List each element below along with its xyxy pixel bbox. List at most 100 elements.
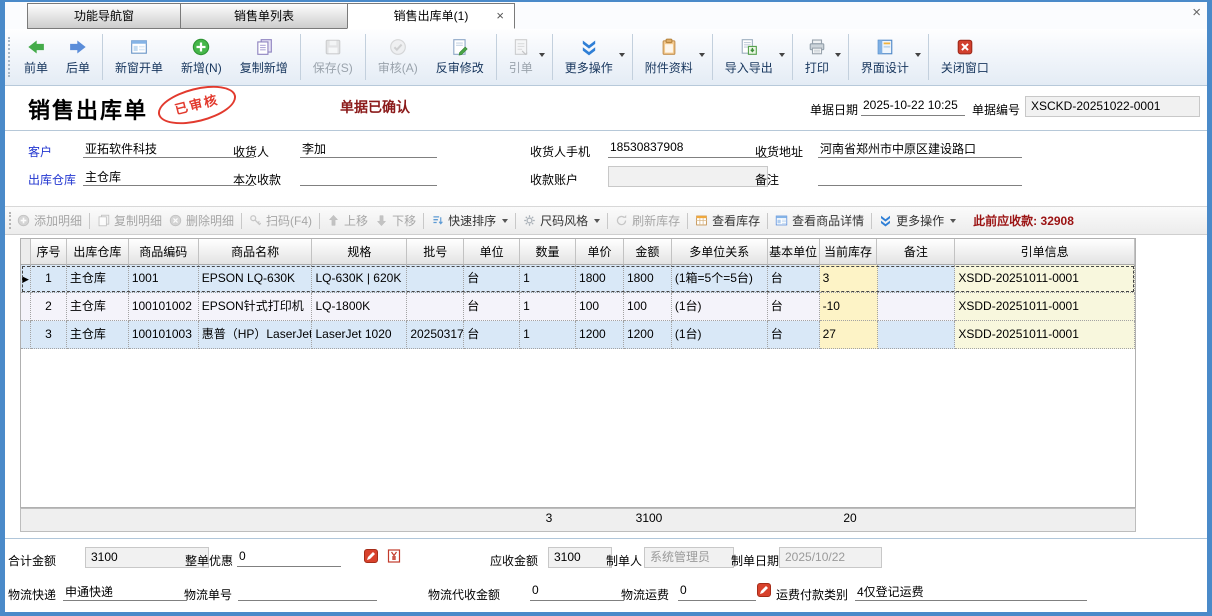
pull-doc-button[interactable]: 引单 [500, 29, 549, 85]
table-row[interactable]: 3主仓库100101003惠普（HP）LaserJetLaserJet 1020… [21, 321, 1135, 349]
column-header-spec[interactable]: 规格 [312, 239, 407, 265]
attachments-button[interactable]: 附件资料 [636, 29, 709, 85]
cell-warehouse[interactable]: 主仓库 [67, 293, 129, 321]
customer-label[interactable]: 客户 [28, 143, 52, 160]
cell-product_code[interactable]: 1001 [129, 265, 199, 293]
column-header-multi_unit[interactable]: 多单位关系 [672, 239, 768, 265]
warehouse-input[interactable]: 主仓库 [83, 168, 254, 186]
column-header-qty[interactable]: 数量 [520, 239, 576, 265]
tab-2[interactable]: 销售单列表 [180, 3, 348, 29]
cell-product_code[interactable]: 100101002 [129, 293, 199, 321]
copy-detail-button[interactable]: 复制明细 [97, 212, 162, 229]
move-down-button[interactable]: 下移 [375, 212, 416, 229]
cell-seq[interactable]: 3 [31, 321, 67, 349]
cell-product_name[interactable]: EPSON LQ-630K [199, 265, 313, 293]
dropdown-arrow-icon[interactable] [779, 53, 785, 60]
cell-stock[interactable]: -10 [820, 293, 878, 321]
next-doc-button[interactable]: 后单 [57, 29, 99, 85]
new-window-doc-button[interactable]: 新窗开单 [106, 29, 172, 85]
cell-amount[interactable]: 100 [624, 293, 672, 321]
cell-amount[interactable]: 1200 [624, 321, 672, 349]
freight-input[interactable]: 0 [678, 583, 756, 601]
cell-warehouse[interactable]: 主仓库 [67, 321, 129, 349]
edit-freight-icon[interactable] [756, 582, 772, 598]
maker-field[interactable]: 系统管理员 [644, 547, 734, 568]
cell-remark[interactable] [878, 265, 956, 293]
column-header-batch[interactable]: 批号 [407, 239, 464, 265]
tracking-no-input[interactable] [238, 583, 377, 601]
refresh-stock-button[interactable]: 刷新库存 [615, 212, 680, 229]
cell-qty[interactable]: 1 [520, 293, 576, 321]
cell-batch[interactable] [407, 293, 464, 321]
cell-product_code[interactable]: 100101003 [129, 321, 199, 349]
dropdown-arrow-icon[interactable] [594, 219, 600, 226]
account-field[interactable] [608, 166, 768, 187]
cell-spec[interactable]: LQ-630K | 620K [312, 265, 407, 293]
dropdown-arrow-icon[interactable] [915, 53, 921, 60]
more-detail-actions-button[interactable]: 更多操作 [879, 212, 956, 229]
cell-product_name[interactable]: 惠普（HP）LaserJet [199, 321, 313, 349]
column-header-seq[interactable]: 序号 [31, 239, 67, 265]
doc-date-input[interactable]: 2025-10-22 10:25 [861, 98, 965, 116]
add-detail-button[interactable]: 添加明细 [17, 212, 82, 229]
dropdown-arrow-icon[interactable] [950, 219, 956, 226]
copy-new-button[interactable]: 复制新增 [231, 29, 297, 85]
ui-design-button[interactable]: 界面设计 [852, 29, 925, 85]
consignee-input[interactable]: 李加 [300, 140, 437, 158]
receivable-amount-field[interactable]: 3100 [548, 547, 612, 568]
cell-remark[interactable] [878, 321, 956, 349]
warehouse-label[interactable]: 出库仓库 [28, 171, 76, 188]
cell-base_unit[interactable]: 台 [768, 321, 820, 349]
column-header-remark[interactable]: 备注 [877, 239, 955, 265]
discount-input[interactable]: 0 [237, 549, 341, 567]
table-row[interactable]: 2主仓库100101002EPSON针式打印机LQ-1800K台1100100(… [21, 293, 1135, 321]
discount-money-icon[interactable] [386, 548, 402, 564]
row-selector[interactable] [21, 321, 31, 349]
column-header-source_doc[interactable]: 引单信息 [955, 239, 1135, 265]
audit-button[interactable]: 审核(A) [369, 29, 427, 85]
tab-3[interactable]: 销售出库单(1)× [347, 3, 515, 29]
cell-spec[interactable]: LQ-1800K [312, 293, 407, 321]
edit-discount-icon[interactable] [363, 548, 379, 564]
prev-doc-button[interactable]: 前单 [15, 29, 57, 85]
cell-product_name[interactable]: EPSON针式打印机 [199, 293, 313, 321]
column-header-unit[interactable]: 单位 [464, 239, 520, 265]
freight-type-input[interactable]: 4仅登记运费 [855, 583, 1087, 601]
cell-seq[interactable]: 2 [31, 293, 67, 321]
cell-unit[interactable]: 台 [464, 321, 520, 349]
quick-sort-button[interactable]: 快速排序 [431, 212, 508, 229]
tab-1[interactable]: 功能导航窗 [27, 3, 181, 29]
cell-multi_unit[interactable]: (1台) [672, 321, 768, 349]
column-header-product_name[interactable]: 商品名称 [199, 239, 313, 265]
column-header-warehouse[interactable]: 出库仓库 [67, 239, 129, 265]
dropdown-arrow-icon[interactable] [619, 53, 625, 60]
size-style-button[interactable]: 尺码风格 [523, 212, 600, 229]
view-product-detail-button[interactable]: 查看商品详情 [775, 212, 864, 229]
cell-source_doc[interactable]: XSDD-20251011-0001 [955, 265, 1135, 293]
cell-unit[interactable]: 台 [464, 293, 520, 321]
cell-spec[interactable]: LaserJet 1020 [312, 321, 407, 349]
row-selector[interactable]: ▶ [21, 265, 31, 293]
more-actions-button[interactable]: 更多操作 [556, 29, 629, 85]
cell-price[interactable]: 100 [576, 293, 624, 321]
row-selector[interactable] [21, 293, 31, 321]
cell-batch[interactable] [407, 265, 464, 293]
doc-no-field[interactable]: XSCKD-20251022-0001 [1025, 96, 1200, 117]
cell-warehouse[interactable]: 主仓库 [67, 265, 129, 293]
cell-amount[interactable]: 1800 [624, 265, 672, 293]
cell-multi_unit[interactable]: (1台) [672, 293, 768, 321]
dropdown-arrow-icon[interactable] [835, 53, 841, 60]
make-date-field[interactable]: 2025/10/22 [779, 547, 882, 568]
close-window-button[interactable]: 关闭窗口 [932, 29, 998, 85]
column-header-price[interactable]: 单价 [576, 239, 624, 265]
cell-base_unit[interactable]: 台 [768, 265, 820, 293]
new-doc-button[interactable]: 新增(N) [172, 29, 231, 85]
cell-unit[interactable]: 台 [464, 265, 520, 293]
cell-qty[interactable]: 1 [520, 321, 576, 349]
express-input[interactable]: 申通快递 [63, 583, 187, 601]
cell-remark[interactable] [878, 293, 956, 321]
phone-input[interactable]: 18530837908 [608, 140, 768, 158]
cell-base_unit[interactable]: 台 [768, 293, 820, 321]
delete-detail-button[interactable]: 删除明细 [169, 212, 234, 229]
customer-input[interactable]: 亚拓软件科技 [83, 140, 254, 158]
